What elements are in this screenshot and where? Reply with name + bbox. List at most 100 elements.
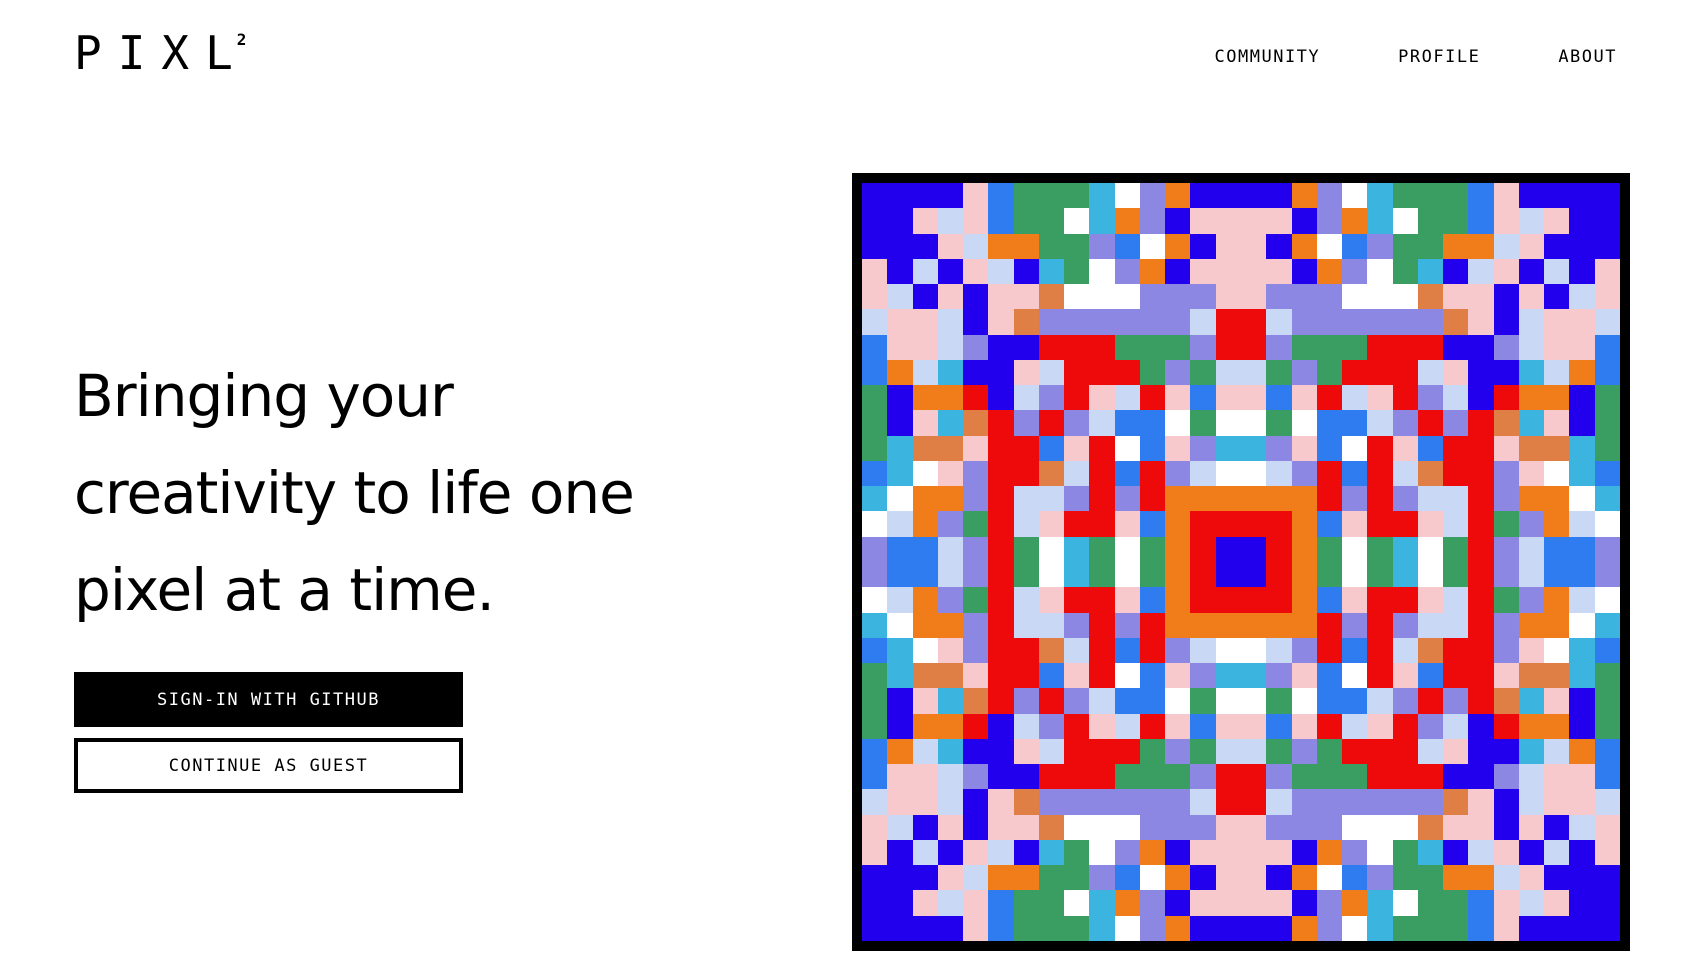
pixel-cell xyxy=(1468,789,1494,815)
sign-in-github-button[interactable]: SIGN-IN WITH GITHUB xyxy=(74,672,463,727)
pixel-cell xyxy=(1064,183,1090,209)
pixel-cell xyxy=(912,738,938,765)
nav-community-link[interactable]: COMMUNITY xyxy=(1215,47,1321,67)
pixel-cell xyxy=(1316,183,1343,209)
pixel-cell xyxy=(1190,334,1216,360)
pixel-cell xyxy=(1038,764,1065,790)
pixel-cell xyxy=(1165,460,1191,487)
pixel-cell xyxy=(1468,612,1494,638)
pixel-cell xyxy=(1367,258,1393,285)
pixel-cell xyxy=(862,663,888,689)
pixel-cell xyxy=(1443,385,1469,411)
pixel-cell xyxy=(1569,309,1595,335)
pixel-cell xyxy=(1240,587,1267,613)
pixel-cell xyxy=(1417,536,1444,562)
pixel-cell xyxy=(1064,410,1090,436)
pixel-cell xyxy=(963,865,989,891)
nav-profile-link[interactable]: PROFILE xyxy=(1398,47,1480,67)
pixel-cell xyxy=(1493,460,1519,487)
pixel-cell xyxy=(1240,839,1267,866)
pixel-cell xyxy=(1518,460,1545,487)
nav-about-link[interactable]: ABOUT xyxy=(1558,47,1617,67)
pixel-cell xyxy=(937,663,964,689)
pixel-cell xyxy=(1443,814,1469,840)
pixel-cell xyxy=(1468,839,1494,866)
pixel-cell xyxy=(1569,663,1595,689)
pixel-cell xyxy=(1569,486,1595,512)
pixel-cell xyxy=(1544,764,1570,790)
pixel-cell xyxy=(1165,486,1191,512)
pixel-cell xyxy=(1367,738,1393,765)
pixel-cell xyxy=(1316,359,1343,386)
pixel-cell xyxy=(1064,663,1090,689)
pixel-cell xyxy=(1443,890,1469,916)
pixel-cell xyxy=(1266,359,1292,386)
pixel-cell xyxy=(1013,890,1039,916)
pixel-cell xyxy=(1064,738,1090,765)
pixel-cell xyxy=(862,587,888,613)
pixel-cell xyxy=(1266,764,1292,790)
pixel-cell xyxy=(1594,612,1620,638)
pixel-cell xyxy=(1417,359,1444,386)
pixel-cell xyxy=(1594,890,1620,916)
pixel-cell xyxy=(1544,410,1570,436)
pixel-cell xyxy=(1569,435,1595,461)
pixel-cell xyxy=(1291,258,1317,285)
pixel-cell xyxy=(1518,789,1545,815)
pixel-cell xyxy=(1316,637,1343,664)
pixel-cell xyxy=(1367,410,1393,436)
pixel-cell xyxy=(912,410,938,436)
pixel-cell xyxy=(1190,915,1216,941)
pixel-cell xyxy=(1493,587,1519,613)
pixel-cell xyxy=(862,385,888,411)
pixel-cell xyxy=(1493,410,1519,436)
pixel-cell xyxy=(1038,258,1065,285)
pixel-cell xyxy=(1342,713,1368,739)
pixel-cell xyxy=(1594,688,1620,714)
pixel-cell xyxy=(1139,284,1166,310)
pixel-cell xyxy=(1544,284,1570,310)
pixel-cell xyxy=(1089,839,1115,866)
pixel-cell xyxy=(963,233,989,259)
logo[interactable]: PIXL 2 xyxy=(74,30,246,76)
pixel-cell xyxy=(1417,410,1444,436)
pixel-cell xyxy=(1417,486,1444,512)
pixel-cell xyxy=(1240,865,1267,891)
pixel-cell xyxy=(1518,587,1545,613)
pixel-cell xyxy=(1064,865,1090,891)
pixel-cell xyxy=(988,233,1014,259)
pixel-cell xyxy=(1013,764,1039,790)
pixel-cell xyxy=(1544,915,1570,941)
pixel-cell xyxy=(1064,839,1090,866)
pixel-cell xyxy=(1266,258,1292,285)
pixel-cell xyxy=(1165,334,1191,360)
pixel-cell xyxy=(1291,233,1317,259)
continue-as-guest-button[interactable]: CONTINUE AS GUEST xyxy=(74,738,463,793)
pixel-cell xyxy=(1518,435,1545,461)
pixel-cell xyxy=(1038,233,1065,259)
pixel-cell xyxy=(1367,713,1393,739)
headline-line-3: pixel at a time. xyxy=(74,556,495,624)
pixel-cell xyxy=(1367,764,1393,790)
pixel-cell xyxy=(1594,865,1620,891)
pixel-cell xyxy=(1367,688,1393,714)
pixel-cell xyxy=(1089,915,1115,941)
pixel-cell xyxy=(1544,536,1570,562)
pixel-cell xyxy=(963,334,989,360)
pixel-cell xyxy=(1240,738,1267,765)
pixel-cell xyxy=(937,764,964,790)
pixel-cell xyxy=(1518,258,1545,285)
pixel-cell xyxy=(1190,789,1216,815)
pixel-cell xyxy=(887,663,913,689)
pixel-cell xyxy=(1544,738,1570,765)
pixel-cell xyxy=(1392,764,1418,790)
pixel-cell xyxy=(1493,486,1519,512)
pixel-cell xyxy=(1114,359,1140,386)
pixel-cell xyxy=(1190,385,1216,411)
pixel-cell xyxy=(988,764,1014,790)
pixel-cell xyxy=(1266,688,1292,714)
pixel-cell xyxy=(1013,561,1039,588)
pixel-cell xyxy=(1417,183,1444,209)
pixel-cell xyxy=(937,410,964,436)
pixel-cell xyxy=(1240,208,1267,234)
